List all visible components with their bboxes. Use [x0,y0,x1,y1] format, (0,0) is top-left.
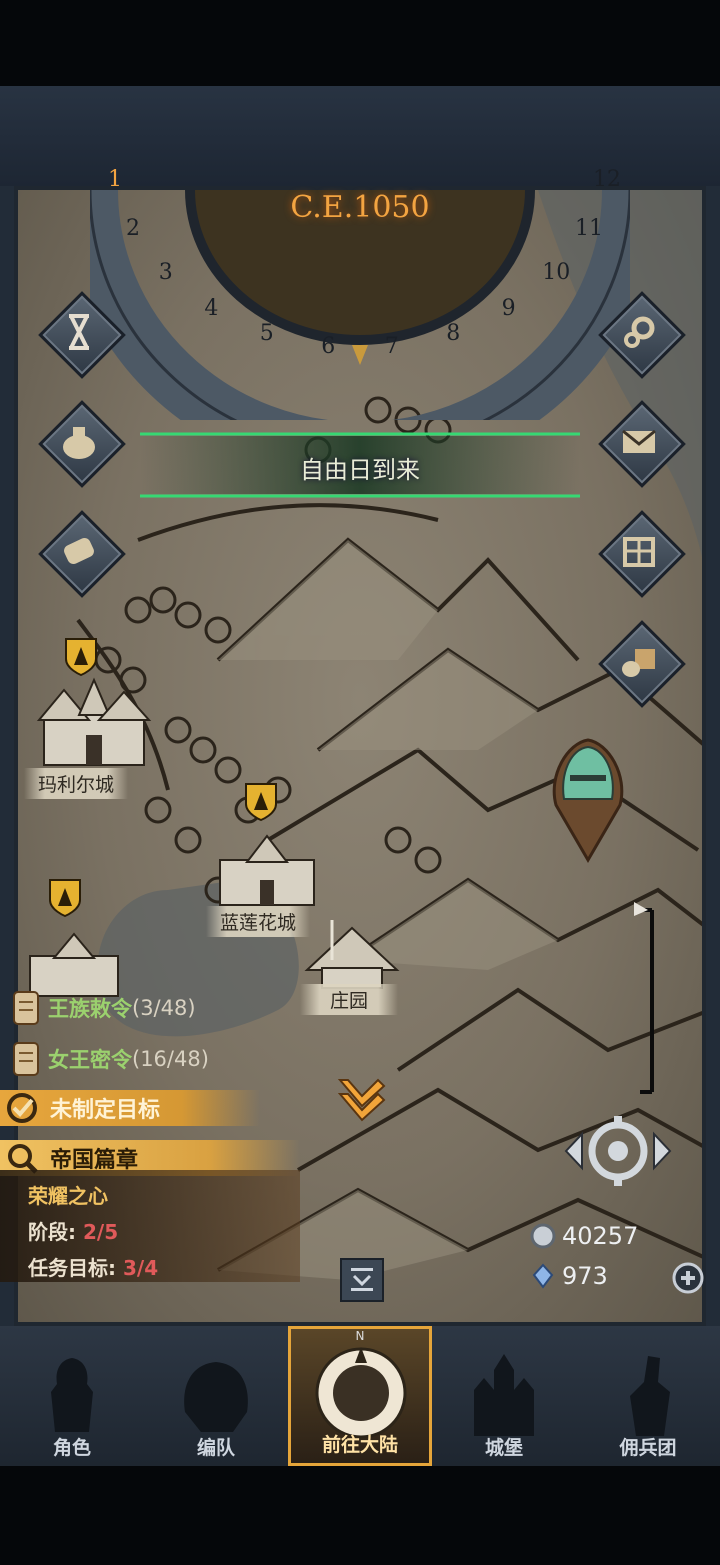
scroll-button[interactable] [38,510,126,598]
settings-button[interactable] [598,291,686,379]
month-number: 11 [575,216,604,242]
goods-icon [622,649,655,677]
right-frame [706,186,720,1326]
city-shield-icon [65,638,97,677]
knight-icon [51,1358,93,1432]
event-banner: 自由日到来 [140,430,580,500]
nav-mercenary[interactable]: 佣兵团 [576,1326,720,1466]
city-label-manor[interactable]: 庄园 [300,984,399,1015]
scroll-icon [64,537,94,565]
money-bag-button[interactable] [38,400,126,488]
silver-amount: 40257 [562,1222,639,1250]
event-banner-text: 自由日到来 [300,456,420,484]
chapter-stage-value: 2/5 [82,1220,119,1244]
month-number: 1 [108,167,123,193]
lotus-castle[interactable] [212,830,322,910]
chapter-panel[interactable]: 荣耀之心 阶段: 2/5 任务目标: 3/4 [0,1170,300,1282]
chapter-target: 任务目标: 3/4 [28,1256,159,1280]
hourglass-button[interactable] [38,291,126,379]
quest-progress: (16/48) [132,1047,209,1071]
crystal-icon [532,1263,554,1289]
nav-label: 角色 [52,1437,91,1459]
scroll-icon [13,1042,39,1076]
goal-bar[interactable]: 未制定目标 [0,1090,260,1126]
scroll-icon [13,991,39,1025]
nav-label: 编队 [196,1437,235,1459]
nav-go-to-continent[interactable]: N 前往大陆 [288,1326,432,1466]
city-shield-icon [49,879,81,918]
nav-label: 城堡 [484,1437,523,1459]
goods-button[interactable] [598,620,686,708]
quest-name: 王族敕令 [48,997,132,1021]
month-number: 8 [446,321,461,347]
nav-castle[interactable]: 城堡 [432,1326,576,1466]
city-shield-icon [245,783,277,822]
silver-coin-icon [530,1223,556,1249]
screen-bottom-bar [0,1466,720,1565]
mail-button[interactable] [598,400,686,488]
calendar-year: C.E.1050 [290,190,430,225]
crystal-resource: 973 [530,1262,608,1290]
direction-chevron-icon[interactable] [336,1076,390,1122]
chapter-stage-label: 阶段 [28,1220,68,1244]
money-bag-icon [63,427,95,459]
castle-icon [474,1354,534,1436]
chapter-target-value: 3/4 [122,1256,159,1280]
hourglass-icon [69,314,89,350]
month-number: 5 [259,321,274,347]
mercenary-fist-icon [630,1356,670,1436]
goal-bar-text: 未制定目标 [50,1098,161,1123]
quest-queen-secret-order[interactable]: 女王密令 (16/48) [8,1041,209,1077]
chapter-title: 荣耀之心 [28,1184,108,1208]
building-icon [623,537,655,567]
month-number: 6 [321,334,336,360]
compass-north-label: N [355,1329,365,1343]
city-label-lotus[interactable]: 蓝莲花城 [206,906,311,937]
quest-name: 女王密令 [48,1048,132,1072]
city-label-marier[interactable]: 玛利尔城 [24,768,129,799]
month-number: 2 [125,216,140,242]
month-number: 9 [501,296,516,322]
month-number: 4 [204,296,219,322]
compass-icon [315,1347,407,1439]
silver-resource: 40257 [530,1222,638,1250]
month-number: 10 [542,260,571,286]
chapter-stage: 阶段: 2/5 [28,1220,119,1244]
month-number: 7 [384,334,399,360]
locate-button[interactable] [560,1114,676,1188]
marier-castle[interactable] [34,670,154,770]
hero-helmet-marker[interactable] [548,735,628,865]
nav-label: 前往大陆 [321,1434,398,1456]
quest-progress: (3/48) [132,996,196,1020]
manor-building[interactable] [302,920,402,990]
zoom-slider[interactable] [630,902,660,1097]
month-number: 3 [158,260,173,286]
building-button[interactable] [598,510,686,598]
collapse-button[interactable] [340,1258,384,1302]
quest-royal-decree[interactable]: 王族敕令 (3/48) [8,990,196,1026]
crystal-amount: 973 [562,1262,608,1290]
mail-icon [622,429,656,453]
helmet-icon [184,1362,248,1432]
target-icon [7,1093,37,1123]
nav-label: 佣兵团 [619,1437,677,1459]
add-crystal-button[interactable] [672,1262,704,1294]
gear-icon [624,316,655,348]
collapse-down-icon [351,1268,373,1291]
nav-character[interactable]: 角色 [0,1326,144,1466]
month-number: 12 [592,167,621,193]
nav-formation[interactable]: 编队 [144,1326,288,1466]
chapter-target-label: 任务目标 [28,1256,108,1280]
bottom-nav: 角色 编队 N 前往大陆 城堡 佣兵团 [0,1326,720,1466]
